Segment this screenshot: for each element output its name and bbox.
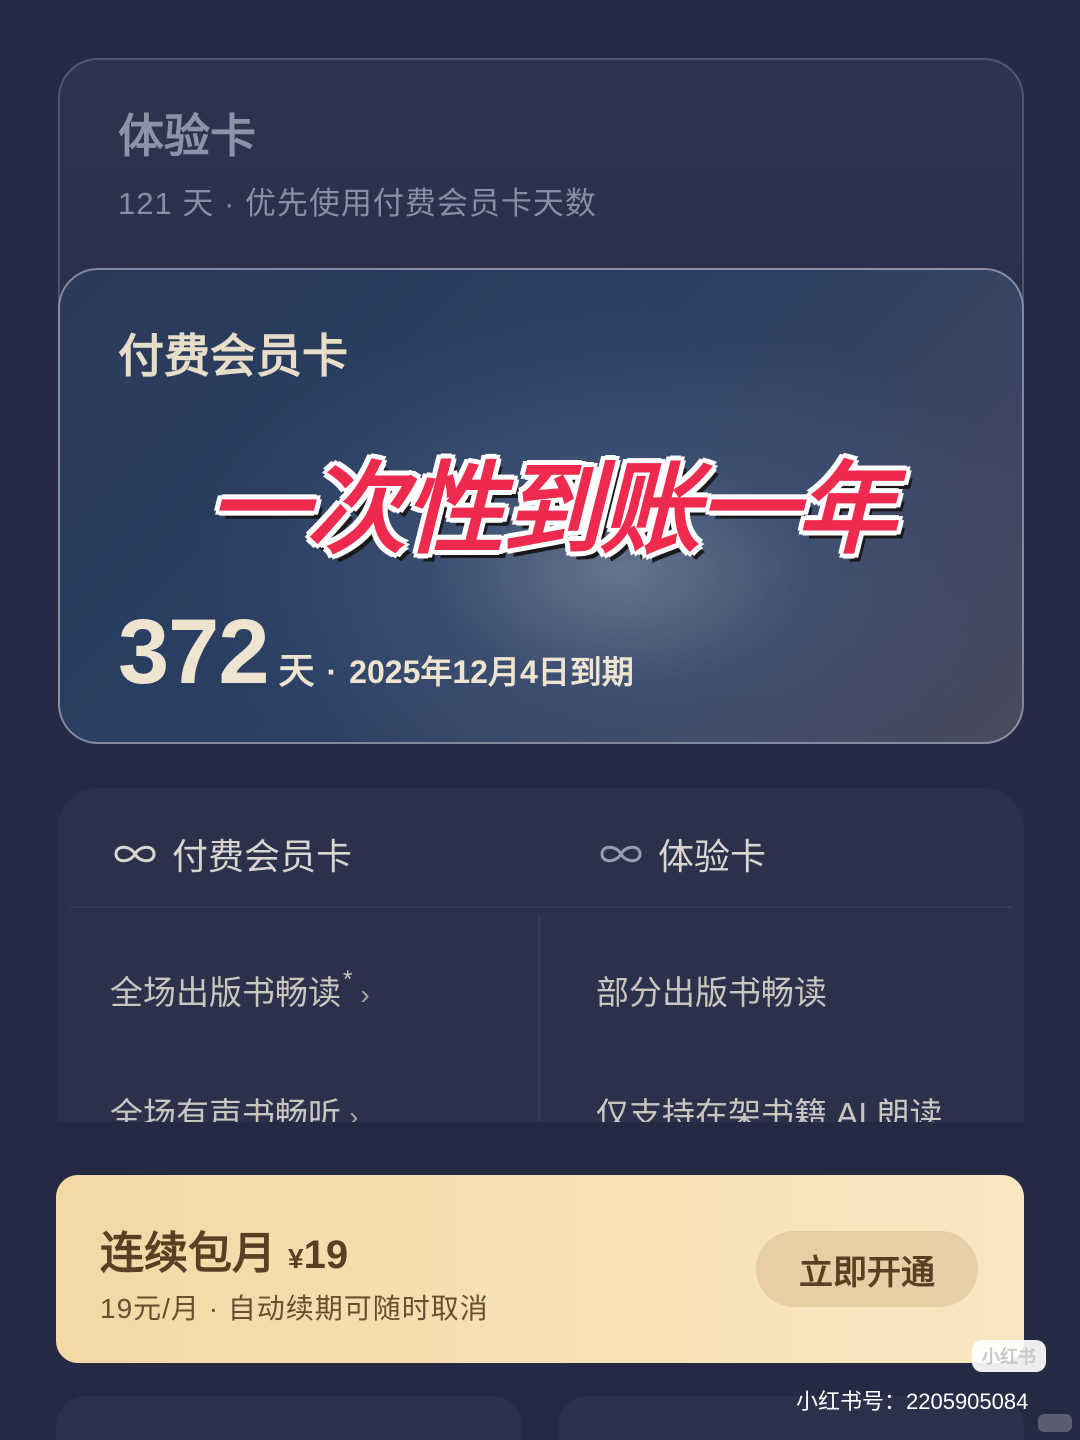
chevron-right-icon: › bbox=[360, 979, 370, 1010]
remaining-days-unit: 天 bbox=[278, 650, 315, 691]
watermark-badge bbox=[1038, 1414, 1072, 1432]
separator-dot: · bbox=[326, 654, 338, 690]
overlay-caption: 一次性到账一年 bbox=[208, 454, 896, 566]
xiaohongshu-logo: 小红书 bbox=[972, 1340, 1046, 1372]
subscription-description: 19元/月 · 自动续期可随时取消 bbox=[100, 1293, 489, 1324]
trial-card-title: 体验卡 bbox=[118, 110, 256, 162]
infinity-icon bbox=[600, 845, 642, 863]
column-header-paid-label: 付费会员卡 bbox=[172, 836, 353, 877]
expiry-date: 2025年12月4日到期 bbox=[349, 654, 634, 690]
subscription-price: 19 bbox=[303, 1233, 349, 1277]
feature-label: 全场出版书畅读 bbox=[110, 974, 341, 1011]
currency-symbol: ¥ bbox=[288, 1243, 304, 1274]
paid-card-title: 付费会员卡 bbox=[118, 330, 348, 382]
subscription-plan-name: 连续包月 bbox=[100, 1229, 276, 1278]
trial-card-subtitle: 121 天 · 优先使用付费会员卡天数 bbox=[118, 186, 597, 221]
feature-label: 部分出版书畅读 bbox=[596, 974, 827, 1011]
paid-feature-ebooks[interactable]: 全场出版书畅读* › bbox=[110, 966, 370, 1014]
watermark-account: 小红书号：2205905084 bbox=[796, 1389, 1029, 1414]
remaining-days-row: 372 天 · 2025年12月4日到期 bbox=[118, 600, 634, 705]
column-header-trial-label: 体验卡 bbox=[658, 836, 767, 877]
column-header-trial: 体验卡 bbox=[596, 828, 766, 880]
bottom-card-left[interactable] bbox=[56, 1396, 522, 1440]
divider bbox=[70, 906, 1012, 908]
remaining-days-number: 372 bbox=[118, 601, 269, 703]
subscription-title-row: 连续包月 ¥ 19 bbox=[100, 1217, 348, 1281]
subscribe-now-button[interactable]: 立即开通 bbox=[756, 1231, 978, 1307]
footnote-star: * bbox=[343, 966, 353, 993]
infinity-icon bbox=[114, 845, 156, 863]
logo-text: 小红书 bbox=[982, 1347, 1036, 1367]
column-header-paid: 付费会员卡 bbox=[110, 828, 352, 880]
monthly-subscription-card[interactable]: 连续包月 ¥ 19 19元/月 · 自动续期可随时取消 立即开通 bbox=[56, 1175, 1024, 1363]
trial-feature-ebooks: 部分出版书畅读 bbox=[596, 966, 827, 1014]
paid-member-card[interactable]: 付费会员卡 一次性到账一年 372 天 · 2025年12月4日到期 bbox=[58, 268, 1024, 744]
